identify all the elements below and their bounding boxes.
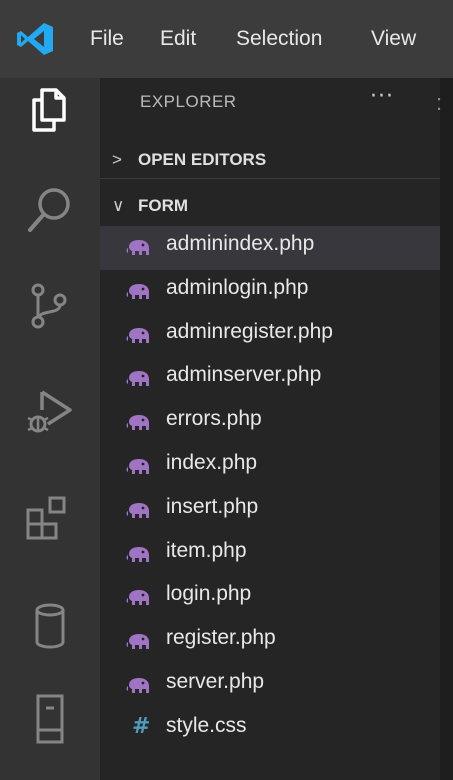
file-row[interactable]: adminindex.php [100,226,440,270]
file-row[interactable]: insert.php [100,489,440,533]
php-elephant-icon [126,240,149,255]
php-elephant-icon [126,590,149,606]
file-row[interactable]: adminlogin.php [100,270,440,314]
menu-view[interactable]: View [371,22,416,56]
open-editors-section[interactable]: > OPEN EDITORS [100,142,440,179]
menu-file[interactable]: File [90,22,124,56]
extensions-icon [26,496,66,540]
explorer-title: EXPLORER [140,92,237,111]
activity-extensions[interactable] [18,486,82,550]
file-row[interactable]: server.php [100,664,440,708]
file-name: insert.php [166,494,259,518]
file-tree: adminindex.php adminlogin.php adminregis… [100,226,440,752]
php-elephant-icon [126,371,149,387]
source-control-icon [31,283,67,329]
title-bar: File Edit Selection View [0,0,453,78]
php-elephant-icon [126,677,149,693]
activity-explorer[interactable] [18,78,82,142]
file-name: adminlogin.php [166,275,309,299]
run-debug-icon [27,390,72,433]
database-icon [35,603,65,649]
css-hash-icon: # [132,713,151,739]
files-icon [32,88,66,132]
vscode-logo-icon[interactable] [16,22,54,56]
file-name: errors.php [166,407,262,431]
php-elephant-icon [126,546,149,562]
file-name: register.php [166,626,276,650]
folder-form-section[interactable]: ∨ FORM [100,188,440,224]
folder-label: FORM [138,196,189,215]
php-elephant-icon [126,327,149,343]
file-name: login.php [166,582,252,606]
activity-run-debug[interactable] [18,378,82,442]
file-row[interactable]: adminserver.php [100,357,440,401]
php-elephant-icon [126,458,149,474]
file-row[interactable]: item.php [100,533,440,577]
editor-area[interactable] [440,78,453,780]
php-elephant-icon [126,283,149,299]
activity-bar [0,78,100,780]
file-name: style.css [166,713,247,737]
activity-source-control[interactable] [18,274,82,338]
file-name: item.php [166,538,247,562]
menu-selection[interactable]: Selection [236,22,322,56]
activity-search[interactable] [18,178,82,242]
chevron-down-icon: ∨ [112,196,125,215]
chevron-right-icon: > [112,150,122,169]
explorer-sidebar: EXPLORER ··· > OPEN EDITORS ∨ FORM adminin… [100,78,440,780]
activity-database[interactable] [18,594,82,658]
open-editors-label: OPEN EDITORS [138,150,267,169]
php-elephant-icon [126,502,149,518]
file-row[interactable]: adminregister.php [100,314,440,358]
file-row[interactable]: index.php [100,445,440,489]
php-elephant-icon [126,415,149,431]
file-row[interactable]: # style.css [100,708,440,752]
file-row[interactable]: register.php [100,620,440,664]
file-name: adminregister.php [166,319,333,343]
device-icon [36,694,64,744]
file-row[interactable]: errors.php [100,401,440,445]
more-actions-button[interactable]: ··· [370,84,394,109]
vscode-window: File Edit Selection View EXPLORER ··· > … [0,0,453,780]
file-name: adminindex.php [166,232,315,255]
file-name: server.php [166,669,265,693]
activity-remote[interactable] [18,688,82,752]
search-icon [28,188,70,232]
file-row[interactable]: login.php [100,576,440,620]
php-elephant-icon [126,634,149,650]
file-name: adminserver.php [166,363,322,387]
menu-edit[interactable]: Edit [160,22,196,56]
file-name: index.php [166,450,258,474]
editor-tab-fragment[interactable]: : [436,90,442,116]
